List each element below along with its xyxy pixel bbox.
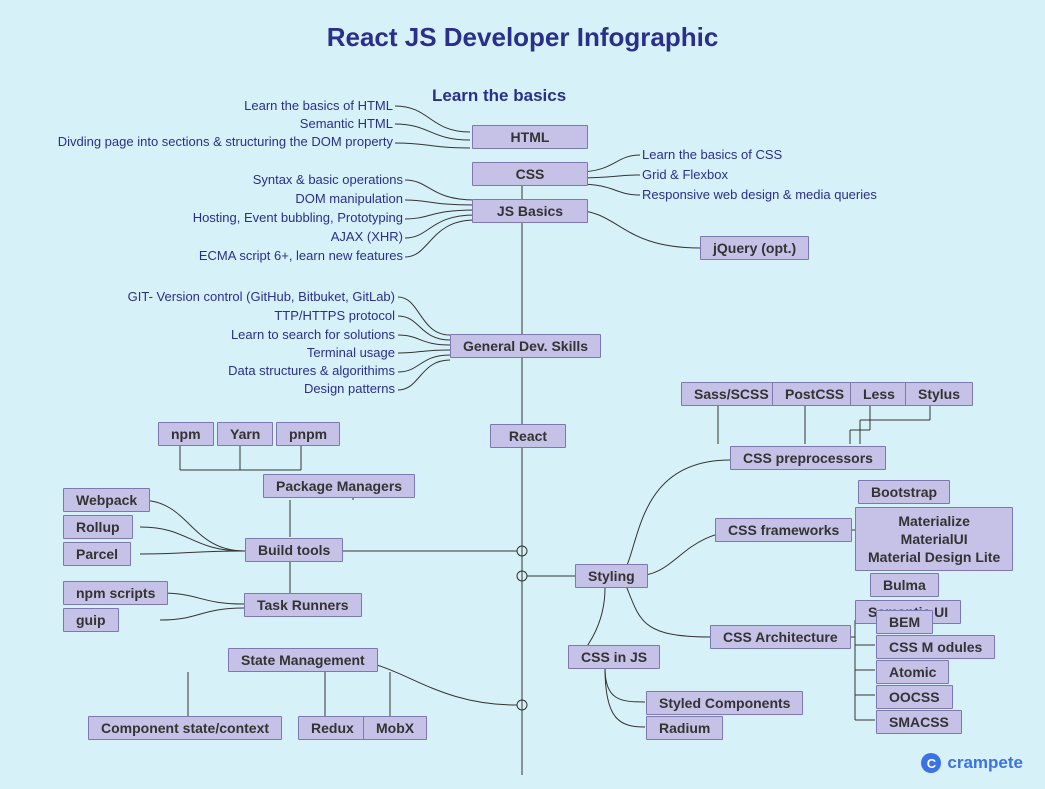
- node-parcel: Parcel: [63, 542, 131, 566]
- node-npm: npm: [158, 422, 214, 446]
- node-postcss: PostCSS: [772, 382, 857, 406]
- node-css-in-js: CSS in JS: [568, 645, 660, 669]
- node-oocss: OOCSS: [876, 685, 953, 709]
- css-point: Responsive web design & media queries: [642, 187, 877, 202]
- node-jquery: jQuery (opt.): [700, 236, 809, 260]
- node-pnpm: pnpm: [276, 422, 340, 446]
- node-styling: Styling: [575, 564, 648, 588]
- node-webpack: Webpack: [63, 488, 150, 512]
- general-point: Design patterns: [304, 381, 395, 396]
- node-atomic: Atomic: [876, 660, 949, 684]
- js-point: Hosting, Event bubbling, Prototyping: [193, 210, 403, 225]
- brand-logo: C crampete: [921, 753, 1023, 773]
- html-point: Divding page into sections & structuring…: [58, 134, 393, 149]
- page-title: React JS Developer Infographic: [0, 22, 1045, 53]
- node-yarn: Yarn: [217, 422, 273, 446]
- node-build-tools: Build tools: [245, 538, 343, 562]
- fw-materialui: MaterialUI: [901, 531, 968, 547]
- general-point: Data structures & algorithims: [228, 363, 395, 378]
- node-rollup: Rollup: [63, 515, 133, 539]
- node-css-frameworks: CSS frameworks: [715, 518, 852, 542]
- node-task-runners: Task Runners: [244, 593, 362, 617]
- fw-mdl: Material Design Lite: [868, 549, 1000, 565]
- node-guip: guip: [63, 608, 119, 632]
- node-html: HTML: [472, 125, 588, 149]
- html-point: Learn the basics of HTML: [244, 98, 393, 113]
- node-general-skills: General Dev. Skills: [450, 334, 601, 358]
- node-css-preprocessors: CSS preprocessors: [730, 446, 886, 470]
- node-css-architecture: CSS Architecture: [710, 625, 851, 649]
- node-npm-scripts: npm scripts: [63, 581, 168, 605]
- node-react: React: [490, 424, 566, 448]
- node-bem: BEM: [876, 610, 933, 634]
- node-redux: Redux: [298, 716, 367, 740]
- node-styled-components: Styled Components: [646, 691, 803, 715]
- general-point: GIT- Version control (GitHub, Bitbuket, …: [128, 289, 395, 304]
- css-point: Learn the basics of CSS: [642, 147, 782, 162]
- node-smacss: SMACSS: [876, 710, 962, 734]
- general-point: TTP/HTTPS protocol: [274, 308, 395, 323]
- node-material-group: Materialize MaterialUI Material Design L…: [855, 507, 1013, 571]
- node-component-state: Component state/context: [88, 716, 282, 740]
- logo-text: crampete: [947, 753, 1023, 773]
- js-point: Syntax & basic operations: [253, 172, 403, 187]
- node-sass: Sass/SCSS: [681, 382, 782, 406]
- node-state-management: State Management: [228, 648, 378, 672]
- node-mobx: MobX: [363, 716, 427, 740]
- node-css: CSS: [472, 162, 588, 186]
- node-css-modules: CSS M odules: [876, 635, 995, 659]
- node-bootstrap: Bootstrap: [858, 480, 950, 504]
- js-point: AJAX (XHR): [331, 229, 403, 244]
- general-point: Terminal usage: [307, 345, 395, 360]
- js-point: ECMA script 6+, learn new features: [199, 248, 403, 263]
- fw-materialize: Materialize: [898, 513, 970, 529]
- node-bulma: Bulma: [870, 573, 939, 597]
- general-point: Learn to search for solutions: [231, 327, 395, 342]
- node-less: Less: [850, 382, 908, 406]
- node-radium: Radium: [646, 716, 723, 740]
- basics-heading: Learn the basics: [432, 86, 566, 106]
- css-point: Grid & Flexbox: [642, 167, 728, 182]
- js-point: DOM manipulation: [295, 191, 403, 206]
- node-js-basics: JS Basics: [472, 199, 588, 223]
- logo-icon: C: [921, 753, 941, 773]
- node-package-managers: Package Managers: [263, 474, 415, 498]
- html-point: Semantic HTML: [300, 116, 393, 131]
- node-stylus: Stylus: [905, 382, 973, 406]
